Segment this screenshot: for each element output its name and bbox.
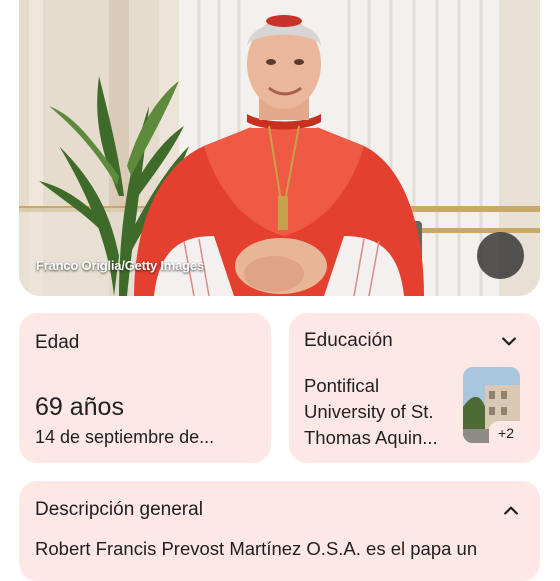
chevron-up-icon[interactable] xyxy=(501,501,521,521)
more-images-badge: +2 xyxy=(489,421,523,445)
age-card[interactable]: Edad 69 años 14 de septiembre de... xyxy=(19,313,271,463)
chevron-down-icon[interactable] xyxy=(499,331,519,351)
hero-image[interactable]: Franco Origlia/Getty Images xyxy=(19,0,540,296)
age-value: 69 años xyxy=(35,393,124,421)
overview-title: Descripción general xyxy=(35,499,203,520)
education-line: Thomas Aquin... xyxy=(304,427,438,448)
education-institution: Pontifical University of St. Thomas Aqui… xyxy=(304,373,454,451)
overview-card[interactable]: Descripción general Robert Francis Prevo… xyxy=(19,481,540,581)
overview-text: Robert Francis Prevost Martínez O.S.A. e… xyxy=(35,538,478,559)
education-title: Educación xyxy=(304,330,393,351)
cardinal-photo xyxy=(19,0,540,296)
age-title: Edad xyxy=(35,332,80,353)
view-images-button[interactable] xyxy=(477,232,524,279)
photo-credit: Franco Origlia/Getty Images xyxy=(36,258,204,273)
image-icon xyxy=(477,232,540,296)
education-line: Pontifical xyxy=(304,375,380,396)
education-line: University of St. xyxy=(304,401,434,422)
birth-date: 14 de septiembre de... xyxy=(35,427,215,447)
education-card[interactable]: Educación Pontifical University of St. T… xyxy=(289,313,540,463)
